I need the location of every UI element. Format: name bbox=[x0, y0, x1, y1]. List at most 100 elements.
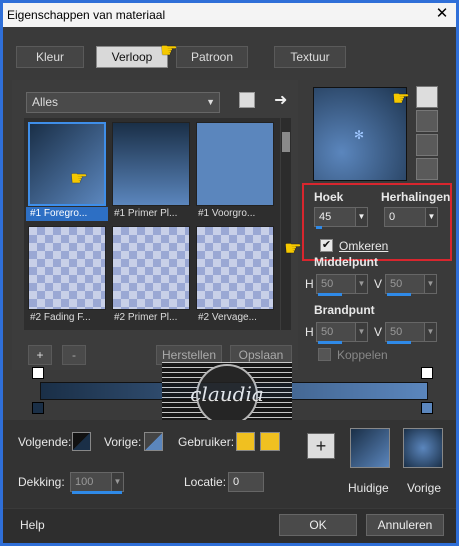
spinner-dropdown-icon[interactable]: ▼ bbox=[424, 275, 436, 293]
thumbnail-item[interactable]: #1 Foregro... bbox=[26, 120, 108, 221]
add-swatch-button[interactable]: + bbox=[307, 433, 335, 459]
tab-kleur[interactable]: Kleur bbox=[16, 46, 84, 68]
thumbnail-caption: #2 Fading F... bbox=[30, 312, 91, 323]
brandpunt-v-label: V bbox=[374, 325, 383, 339]
hoek-slider[interactable] bbox=[316, 226, 322, 229]
brandpunt-label: Brandpunt bbox=[314, 303, 375, 317]
brandpunt-h-label: H bbox=[305, 325, 314, 339]
spinner-dropdown-icon[interactable]: ▼ bbox=[355, 323, 367, 341]
middelpunt-h-value: 50 bbox=[321, 278, 334, 290]
dekking-slider[interactable] bbox=[72, 491, 122, 494]
tab-verloop[interactable]: Verloop bbox=[96, 46, 168, 68]
spinner-dropdown-icon[interactable]: ▼ bbox=[111, 473, 123, 491]
middelpunt-h-input[interactable]: 50 ▼ bbox=[316, 274, 368, 294]
volgende-label: Volgende: bbox=[18, 435, 72, 449]
style-rectangular-button[interactable] bbox=[416, 110, 438, 132]
vorige-preview-label: Vorige bbox=[407, 481, 442, 495]
thumbnail-image bbox=[28, 122, 106, 206]
thumbnail-caption: #1 Primer Pl... bbox=[114, 208, 178, 219]
herhalingen-input[interactable]: 0 ▼ bbox=[384, 207, 438, 227]
middelpunt-v-slider[interactable] bbox=[387, 293, 411, 296]
hoek-value: 45 bbox=[319, 211, 332, 223]
spinner-dropdown-icon[interactable]: ▼ bbox=[355, 208, 367, 226]
gebruiker-swatch[interactable] bbox=[236, 432, 255, 451]
hoek-input[interactable]: 45 ▼ bbox=[314, 207, 368, 227]
brandpunt-v-value: 50 bbox=[390, 326, 403, 338]
thumbnail-item[interactable]: #1 Voorgro... bbox=[194, 120, 276, 220]
spinner-dropdown-icon[interactable]: ▼ bbox=[425, 208, 437, 226]
dekking-input[interactable]: 100 ▼ bbox=[70, 472, 124, 492]
thumbnail-item[interactable]: #2 Vervage... bbox=[194, 224, 276, 324]
ok-button[interactable]: OK bbox=[279, 514, 357, 536]
brandpunt-v-input[interactable]: 50 ▼ bbox=[385, 322, 437, 342]
koppelen-label: Koppelen bbox=[337, 348, 388, 362]
omkeren-checkbox[interactable]: ✔ bbox=[320, 239, 333, 252]
vorige-label: Vorige: bbox=[104, 435, 142, 449]
middelpunt-label: Middelpunt bbox=[314, 255, 378, 269]
gradient-thumbnail-grid: #1 Foregro... #1 Primer Pl... #1 Voorgro… bbox=[24, 118, 280, 330]
tab-patroon[interactable]: Patroon bbox=[176, 46, 248, 68]
category-dropdown[interactable]: Alles ▼ bbox=[26, 92, 220, 113]
locatie-value: 0 bbox=[233, 476, 240, 488]
category-dropdown-value: Alles bbox=[32, 95, 59, 109]
cancel-button[interactable]: Annuleren bbox=[366, 514, 444, 536]
middelpunt-v-value: 50 bbox=[390, 278, 403, 290]
locatie-input[interactable]: 0 bbox=[228, 472, 264, 492]
brandpunt-h-input[interactable]: 50 ▼ bbox=[316, 322, 368, 342]
thumbnail-caption: #1 Voorgro... bbox=[198, 208, 256, 219]
thumbnail-image bbox=[112, 122, 190, 206]
vorige-preview[interactable] bbox=[403, 428, 443, 468]
huidige-preview[interactable] bbox=[350, 428, 390, 468]
thumbnail-item[interactable]: #1 Primer Pl... bbox=[110, 120, 192, 220]
herhalingen-label: Herhalingen bbox=[381, 190, 451, 204]
add-gradient-button[interactable]: + bbox=[28, 345, 52, 365]
style-linear-button[interactable] bbox=[416, 86, 438, 108]
koppelen-checkbox[interactable] bbox=[318, 348, 331, 361]
thumbnail-caption: #1 Foregro... bbox=[26, 207, 108, 221]
center-marker-icon: ✻ bbox=[354, 128, 365, 142]
middelpunt-v-input[interactable]: 50 ▼ bbox=[385, 274, 437, 294]
volgende-swatch[interactable] bbox=[72, 432, 91, 451]
style-sunburst-button[interactable] bbox=[416, 134, 438, 156]
chevron-down-icon: ▼ bbox=[206, 97, 215, 107]
thumbnail-item[interactable]: #2 Fading F... bbox=[26, 224, 108, 324]
thumbnail-scrollbar[interactable] bbox=[281, 118, 291, 330]
huidige-label: Huidige bbox=[348, 481, 389, 495]
pointing-hand-icon: ☛ bbox=[284, 238, 302, 260]
brandpunt-v-slider[interactable] bbox=[387, 341, 411, 344]
dekking-value: 100 bbox=[75, 476, 94, 488]
brandpunt-h-value: 50 bbox=[321, 326, 334, 338]
dekking-label: Dekking: bbox=[18, 475, 65, 489]
vorige-swatch[interactable] bbox=[144, 432, 163, 451]
window-title: Eigenschappen van materiaal bbox=[7, 8, 166, 22]
locatie-label: Locatie: bbox=[184, 475, 227, 489]
title-bar: Eigenschappen van materiaal ✕ bbox=[3, 3, 456, 27]
gradient-stop-top-right[interactable] bbox=[421, 367, 433, 379]
pointing-hand-icon: ☛ bbox=[160, 40, 178, 62]
middelpunt-h-label: H bbox=[305, 277, 314, 291]
spinner-dropdown-icon[interactable]: ▼ bbox=[424, 323, 436, 341]
close-icon[interactable]: ✕ bbox=[434, 6, 450, 22]
herhalingen-value: 0 bbox=[389, 211, 396, 223]
tab-textuur[interactable]: Textuur bbox=[274, 46, 346, 68]
arrow-right-icon[interactable]: ➜ bbox=[274, 90, 287, 110]
thumbnail-item[interactable]: #2 Primer Pl... bbox=[110, 224, 192, 324]
help-link[interactable]: Help bbox=[20, 518, 45, 532]
thumbnail-image bbox=[196, 122, 274, 206]
omkeren-label: Omkeren bbox=[339, 239, 389, 253]
scrollbar-thumb[interactable] bbox=[282, 132, 290, 152]
library-menu-icon[interactable] bbox=[239, 92, 255, 108]
remove-gradient-button[interactable]: - bbox=[62, 345, 86, 365]
pointing-hand-icon: ☛ bbox=[392, 88, 410, 110]
gradient-stop-top-left[interactable] bbox=[32, 367, 44, 379]
middelpunt-h-slider[interactable] bbox=[318, 293, 342, 296]
spinner-dropdown-icon[interactable]: ▼ bbox=[355, 275, 367, 293]
gradient-stop-bottom-right[interactable] bbox=[421, 402, 433, 414]
hoek-label: Hoek bbox=[314, 190, 344, 204]
style-radial-button[interactable] bbox=[416, 158, 438, 180]
thumbnail-image bbox=[196, 226, 274, 310]
pointing-hand-icon: ☛ bbox=[70, 168, 88, 190]
gebruiker-swatch-alt[interactable] bbox=[260, 432, 280, 451]
gradient-stop-bottom-left[interactable] bbox=[32, 402, 44, 414]
brandpunt-h-slider[interactable] bbox=[318, 341, 342, 344]
